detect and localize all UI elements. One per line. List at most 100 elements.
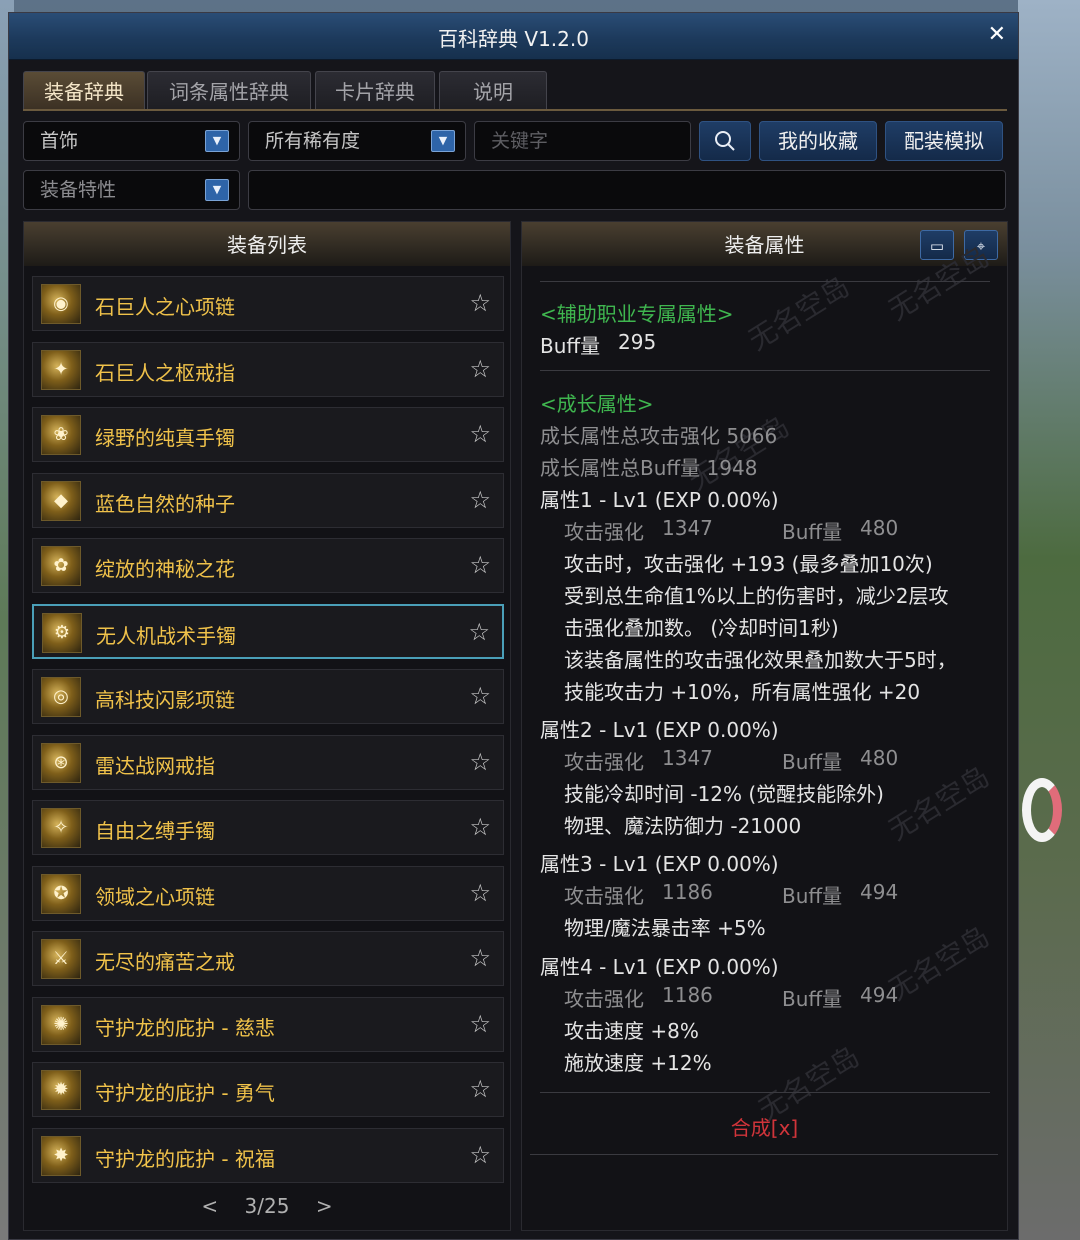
item-thumbnail-icon: ✪	[41, 873, 81, 914]
equipment-list-item[interactable]: ⊛ 雷达战网戒指 ☆	[32, 734, 504, 790]
attr-2-line: 物理、魔法防御力 -21000	[564, 814, 802, 838]
star-icon[interactable]: ☆	[469, 289, 491, 317]
star-icon[interactable]: ☆	[469, 551, 491, 579]
location-pin-icon[interactable]: ⌖	[964, 230, 998, 260]
item-name: 守护龙的庇护 - 祝福	[95, 1146, 275, 1171]
category-value: 首饰	[40, 130, 79, 152]
equipment-list-item[interactable]: ⚙ 无人机战术手镯 ☆	[32, 603, 504, 659]
star-icon[interactable]: ☆	[468, 618, 490, 646]
divider	[540, 1092, 990, 1093]
next-page-button[interactable]: >	[316, 1194, 333, 1218]
attr-1-line: 攻击时，攻击强化 +193 (最多叠加10次)	[564, 552, 933, 576]
equipment-list-item[interactable]: ✺ 守护龙的庇护 - 慈悲 ☆	[32, 996, 504, 1052]
item-thumbnail-icon: ✧	[41, 808, 81, 848]
attr-3-title: 属性3 - Lv1 (EXP 0.00%)	[540, 852, 779, 876]
equipment-list-item[interactable]: ✧ 自由之缚手镯 ☆	[32, 800, 504, 855]
star-icon[interactable]: ☆	[469, 682, 491, 710]
trait-value: 装备特性	[40, 179, 117, 201]
equipment-list-item[interactable]: ◎ 高科技闪影项链 ☆	[32, 669, 504, 724]
star-icon[interactable]: ☆	[469, 1010, 491, 1038]
background-ring-object	[1022, 778, 1062, 842]
equipment-list-item[interactable]: ✸ 守护龙的庇护 - 祝福 ☆	[32, 1127, 504, 1183]
item-name: 蓝色自然的种子	[95, 491, 235, 516]
equipment-detail-panel: 装备属性 ▭ ⌖ 无名空岛 无名空岛 无名空岛 无名空岛 无名空岛 无名空岛 <…	[521, 221, 1008, 1231]
search-button[interactable]	[699, 121, 751, 161]
attr-3-atk-label: 攻击强化	[564, 884, 644, 908]
star-icon[interactable]: ☆	[469, 1141, 491, 1169]
search-icon	[715, 131, 735, 151]
favorites-button[interactable]: 我的收藏	[759, 121, 877, 161]
item-thumbnail-icon: ◉	[41, 284, 81, 324]
star-icon[interactable]: ☆	[469, 748, 491, 776]
rarity-value: 所有稀有度	[265, 130, 361, 152]
tab-underline	[23, 109, 1007, 111]
title-bar[interactable]: 百科辞典 V1.2.0 ✕	[9, 13, 1018, 60]
tab-help[interactable]: 说明	[439, 71, 547, 109]
chevron-down-icon[interactable]: ▼	[205, 179, 229, 201]
attr-2-atk-label: 攻击强化	[564, 750, 644, 774]
build-sim-button[interactable]: 配装模拟	[885, 121, 1003, 161]
tab-equipment[interactable]: 装备辞典	[23, 71, 145, 109]
category-select[interactable]: 首饰 ▼	[23, 121, 240, 161]
item-name: 石巨人之心项链	[95, 295, 235, 319]
item-thumbnail-icon: ⚙	[42, 612, 82, 653]
prev-page-button[interactable]: <	[201, 1194, 218, 1218]
equipment-list-item[interactable]: ✪ 领域之心项链 ☆	[32, 865, 504, 921]
star-icon[interactable]: ☆	[469, 1075, 491, 1103]
attr-1-buff-value: 480	[860, 516, 899, 540]
trait-select[interactable]: 装备特性 ▼	[23, 170, 240, 210]
star-icon[interactable]: ☆	[469, 813, 491, 841]
attr-4-atk-value: 1186	[662, 983, 713, 1007]
equipment-list-item[interactable]: ✹ 守护龙的庇护 - 勇气 ☆	[32, 1062, 504, 1117]
equipment-list-item[interactable]: ◉ 石巨人之心项链 ☆	[32, 276, 504, 331]
attr-4-line: 施放速度 +12%	[564, 1051, 712, 1075]
keyword-placeholder: 关键字	[491, 130, 549, 152]
item-name: 领域之心项链	[95, 884, 215, 909]
item-thumbnail-icon: ✹	[41, 1070, 81, 1110]
pagination: < 3/25 >	[24, 1194, 510, 1218]
attr-1-line: 受到总生命值1%以上的伤害时，减少2层攻	[564, 584, 949, 608]
attr-2-buff-value: 480	[860, 746, 899, 770]
collapse-icon[interactable]: ▭	[920, 230, 954, 260]
item-name: 绽放的神秘之花	[95, 557, 235, 581]
item-name: 守护龙的庇护 - 慈悲	[95, 1015, 275, 1040]
background-right	[1018, 0, 1080, 1240]
trait-input[interactable]	[248, 170, 1006, 210]
attr-3-buff-label: Buff量	[782, 884, 843, 908]
item-thumbnail-icon: ❀	[41, 415, 81, 455]
encyclopedia-window: 百科辞典 V1.2.0 ✕ 装备辞典 词条属性辞典 卡片辞典 说明 首饰 ▼ 所…	[8, 12, 1019, 1240]
divider	[540, 370, 990, 371]
growth-attr-title: <成长属性>	[540, 392, 654, 416]
attr-1-line: 技能攻击力 +10%，所有属性强化 +20	[564, 680, 921, 704]
equipment-list-item[interactable]: ◆ 蓝色自然的种子 ☆	[32, 472, 504, 528]
growth-total-attack: 成长属性总攻击强化 5066	[540, 424, 778, 448]
tab-card[interactable]: 卡片辞典	[315, 71, 435, 109]
equipment-list-item[interactable]: ❀ 绿野的纯真手镯 ☆	[32, 407, 504, 462]
item-thumbnail-icon: ◆	[41, 480, 81, 521]
page-indicator: 3/25	[244, 1194, 290, 1218]
equipment-list-item[interactable]: ✿ 绽放的神秘之花 ☆	[32, 538, 504, 593]
chevron-down-icon[interactable]: ▼	[205, 130, 229, 152]
divider	[530, 1154, 998, 1155]
attr-1-atk-value: 1347	[662, 516, 713, 540]
item-thumbnail-icon: ⚔	[41, 939, 81, 979]
star-icon[interactable]: ☆	[469, 355, 491, 383]
synth-link[interactable]: 合成[x]	[522, 1112, 1007, 1141]
chevron-down-icon[interactable]: ▼	[431, 130, 455, 152]
star-icon[interactable]: ☆	[469, 486, 491, 514]
attr-2-atk-value: 1347	[662, 746, 713, 770]
star-icon[interactable]: ☆	[469, 420, 491, 448]
attr-3-line: 物理/魔法暴击率 +5%	[564, 916, 766, 940]
keyword-input[interactable]: 关键字	[474, 121, 691, 161]
rarity-select[interactable]: 所有稀有度 ▼	[248, 121, 466, 161]
close-icon[interactable]: ✕	[988, 22, 1006, 47]
attr-1-line: 该装备属性的攻击强化效果叠加数大于5时，	[564, 648, 957, 672]
equipment-list-item[interactable]: ✦ 石巨人之枢戒指 ☆	[32, 341, 504, 397]
star-icon[interactable]: ☆	[469, 879, 491, 907]
item-name: 无尽的痛苦之戒	[95, 950, 235, 974]
tab-affix[interactable]: 词条属性辞典	[147, 71, 311, 109]
list-header: 装备列表	[24, 222, 510, 266]
attr-3-buff-value: 494	[860, 880, 899, 904]
star-icon[interactable]: ☆	[469, 944, 491, 972]
equipment-list-item[interactable]: ⚔ 无尽的痛苦之戒 ☆	[32, 931, 504, 986]
